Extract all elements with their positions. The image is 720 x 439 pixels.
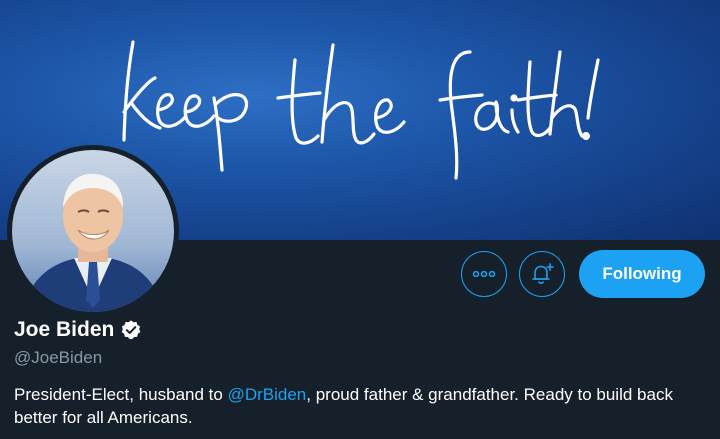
profile-bio: President-Elect, husband to @DrBiden, pr… xyxy=(14,383,714,429)
avatar-photo xyxy=(12,150,174,312)
profile-actions: Following xyxy=(461,250,705,298)
following-button[interactable]: Following xyxy=(579,250,705,298)
profile-handle: @JoeBiden xyxy=(14,348,103,367)
notifications-button[interactable] xyxy=(519,251,565,297)
profile-avatar[interactable] xyxy=(7,145,179,317)
more-options-button[interactable] xyxy=(461,251,507,297)
more-horizontal-icon xyxy=(473,271,495,277)
verified-badge-icon xyxy=(122,320,141,340)
profile-name: Joe Biden xyxy=(14,318,115,341)
bio-mention-link[interactable]: @DrBiden xyxy=(228,385,307,404)
profile-name-row: Joe Biden xyxy=(14,318,142,342)
bell-plus-icon xyxy=(532,263,554,284)
bio-text-start: President-Elect, husband to xyxy=(14,385,228,404)
